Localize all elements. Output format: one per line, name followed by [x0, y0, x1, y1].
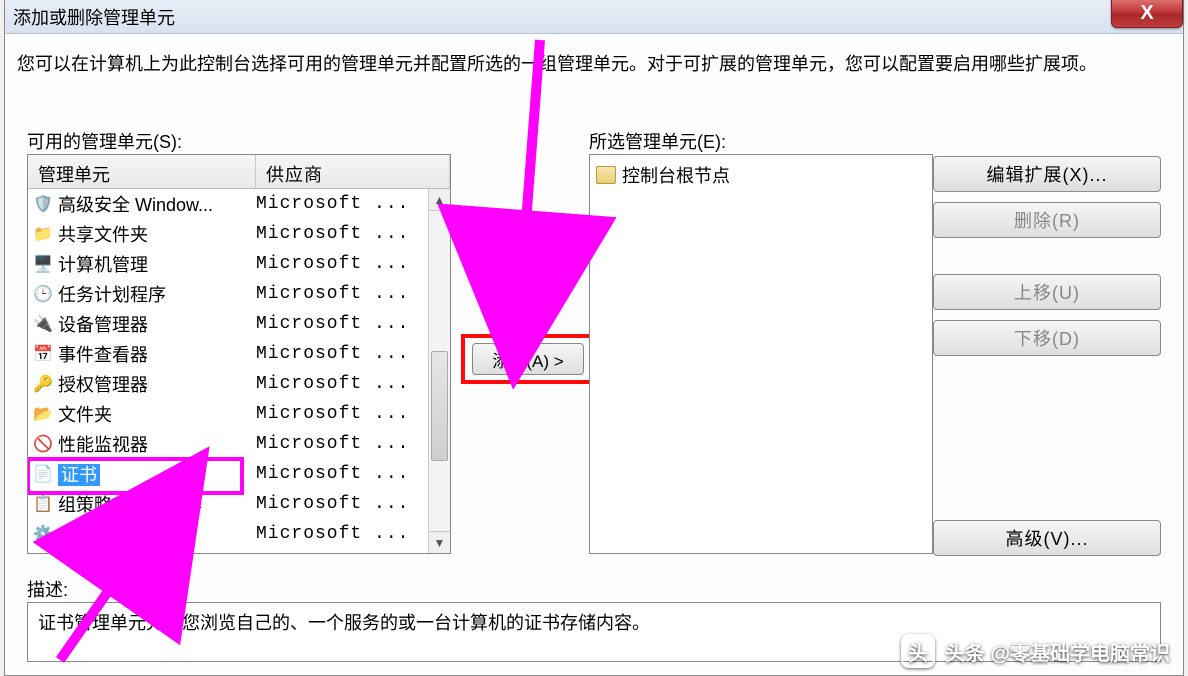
list-item[interactable]: 📅事件查看器Microsoft ... [28, 339, 450, 369]
close-icon: X [1140, 2, 1153, 25]
list-item[interactable]: ⚙️组件服Microsoft ... [28, 519, 450, 549]
edit-extensions-button[interactable]: 编辑扩展(X)... [933, 156, 1161, 192]
item-vendor: Microsoft ... [256, 494, 426, 514]
scroll-track[interactable] [429, 211, 450, 531]
col-name-header[interactable]: 管理单元 [28, 155, 256, 188]
remove-button[interactable]: 删除(R) [933, 202, 1161, 238]
advanced-button[interactable]: 高级(V)... [933, 520, 1161, 556]
close-button[interactable]: X [1111, 0, 1183, 28]
item-vendor: Microsoft ... [256, 464, 426, 484]
item-vendor: Microsoft ... [256, 374, 426, 394]
item-icon: 🖥️ [32, 253, 54, 275]
list-item[interactable]: 📋组策略对象编辑器Microsoft ... [28, 489, 450, 519]
selected-list: 控制台根节点 [589, 154, 933, 554]
add-button-highlight: 添加(A) > [461, 334, 595, 384]
item-name: 组件服 [58, 521, 256, 547]
intro-text: 您可以在计算机上为此控制台选择可用的管理单元并配置所选的一组管理单元。对于可扩展… [17, 52, 1171, 76]
selected-root-label: 控制台根节点 [622, 162, 730, 188]
watermark-logo-icon: 头 [901, 634, 935, 668]
item-icon: 🛡️ [32, 193, 54, 215]
item-icon: 📄 [32, 463, 54, 485]
item-icon: 📋 [32, 493, 54, 515]
item-vendor: Microsoft ... [256, 314, 426, 334]
list-item[interactable]: 🛡️高级安全 Window...Microsoft ... [28, 189, 450, 219]
item-name: 计算机管理 [58, 251, 256, 277]
item-icon: 🚫 [32, 433, 54, 455]
item-vendor: Microsoft ... [256, 524, 426, 544]
watermark-text: 头条 @零基础学电脑常识 [945, 637, 1170, 666]
selected-label: 所选管理单元(E): [589, 128, 726, 154]
description-label: 描述: [27, 576, 68, 602]
item-icon: 🔑 [32, 373, 54, 395]
item-icon: 📂 [32, 403, 54, 425]
item-vendor: Microsoft ... [256, 224, 426, 244]
list-item[interactable]: 🖥️计算机管理Microsoft ... [28, 249, 450, 279]
item-name: 文件夹 [58, 401, 256, 427]
item-name: 性能监视器 [58, 431, 256, 457]
item-vendor: Microsoft ... [256, 404, 426, 424]
scroll-down-icon[interactable]: ▼ [429, 531, 450, 553]
scroll-thumb[interactable] [431, 351, 448, 461]
item-name: 事件查看器 [58, 341, 256, 367]
item-icon: 📅 [32, 343, 54, 365]
selected-root-item[interactable]: 控制台根节点 [596, 161, 926, 189]
window-title: 添加或删除管理单元 [13, 4, 175, 30]
item-name: 共享文件夹 [58, 221, 256, 247]
titlebar: 添加或删除管理单元 X [5, 0, 1183, 34]
list-item[interactable]: 🔑授权管理器Microsoft ... [28, 369, 450, 399]
watermark: 头 头条 @零基础学电脑常识 [901, 634, 1170, 668]
content-area: 您可以在计算机上为此控制台选择可用的管理单元并配置所选的一组管理单元。对于可扩展… [17, 52, 1171, 663]
item-vendor: Microsoft ... [256, 434, 426, 454]
item-icon: 🔌 [32, 313, 54, 335]
item-vendor: Microsoft ... [256, 284, 426, 304]
list-item[interactable]: 📄证书Microsoft ... [28, 459, 450, 489]
move-down-button[interactable]: 下移(D) [933, 320, 1161, 356]
scroll-up-icon[interactable]: ▲ [429, 189, 450, 211]
folder-icon [596, 166, 616, 184]
dialog-window: 添加或删除管理单元 X 您可以在计算机上为此控制台选择可用的管理单元并配置所选的… [4, 0, 1184, 676]
list-body: 🛡️高级安全 Window...Microsoft ...📁共享文件夹Micro… [28, 189, 450, 553]
item-icon: 📁 [32, 223, 54, 245]
list-item[interactable]: 🔌设备管理器Microsoft ... [28, 309, 450, 339]
list-item[interactable]: 🚫性能监视器Microsoft ... [28, 429, 450, 459]
item-name: 任务计划程序 [58, 281, 256, 307]
scrollbar[interactable]: ▲ ▼ [428, 189, 450, 553]
list-item[interactable]: 📂文件夹Microsoft ... [28, 399, 450, 429]
add-button[interactable]: 添加(A) > [472, 343, 584, 375]
list-header: 管理单元 供应商 [28, 155, 450, 189]
description-text: 证书管理单元允许您浏览自己的、一个服务的或一台计算机的证书存储内容。 [38, 613, 650, 633]
available-list: 管理单元 供应商 🛡️高级安全 Window...Microsoft ...📁共… [27, 154, 451, 554]
item-icon: ⚙️ [32, 523, 54, 545]
item-name: 高级安全 Window... [58, 191, 256, 217]
col-vendor-header[interactable]: 供应商 [256, 155, 450, 188]
item-name: 证书 [58, 461, 256, 487]
item-icon: 🕒 [32, 283, 54, 305]
item-name: 设备管理器 [58, 311, 256, 337]
available-label: 可用的管理单元(S): [27, 128, 182, 154]
item-vendor: Microsoft ... [256, 344, 426, 364]
item-name: 授权管理器 [58, 371, 256, 397]
list-item[interactable]: 🕒任务计划程序Microsoft ... [28, 279, 450, 309]
list-item[interactable]: 📁共享文件夹Microsoft ... [28, 219, 450, 249]
item-name: 组策略对象编辑器 [58, 491, 256, 517]
move-up-button[interactable]: 上移(U) [933, 274, 1161, 310]
item-vendor: Microsoft ... [256, 194, 426, 214]
item-vendor: Microsoft ... [256, 254, 426, 274]
